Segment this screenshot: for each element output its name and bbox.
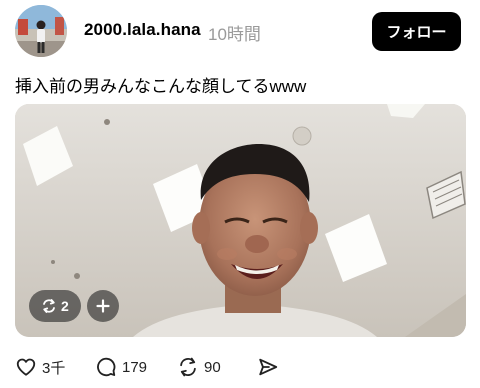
media-repost-count: 2: [61, 298, 69, 314]
post-caption: 挿入前の男みんなこんな顔してるwww: [15, 77, 307, 96]
add-button[interactable]: [87, 290, 119, 322]
post-card: 2000.lala.hana 10時間 フォロー 挿入前の男みんなこんな顔してる…: [0, 0, 480, 388]
media-repost-badge[interactable]: 2: [29, 290, 81, 322]
username[interactable]: 2000.lala.hana: [84, 20, 201, 40]
repost-button[interactable]: 90: [177, 356, 257, 378]
like-count: 3千: [42, 359, 66, 377]
send-icon: [259, 358, 278, 376]
comment-icon: [97, 357, 116, 377]
timestamp: 10時間: [208, 25, 261, 44]
repost-icon: [43, 299, 55, 313]
photo: [15, 104, 466, 337]
avatar-image: [15, 5, 67, 57]
action-bar: 3千 179 90: [15, 354, 279, 380]
reply-count: 179: [122, 358, 148, 376]
repost-count: 90: [204, 358, 221, 376]
follow-button[interactable]: フォロー: [372, 12, 461, 51]
like-button[interactable]: 3千: [15, 356, 95, 378]
share-button[interactable]: [257, 356, 279, 378]
post-image[interactable]: 2: [15, 104, 466, 337]
plus-icon: [96, 299, 110, 313]
avatar[interactable]: [15, 5, 67, 57]
heart-icon: [16, 358, 36, 376]
reply-button[interactable]: 179: [95, 356, 177, 378]
repost-icon: [180, 357, 196, 377]
